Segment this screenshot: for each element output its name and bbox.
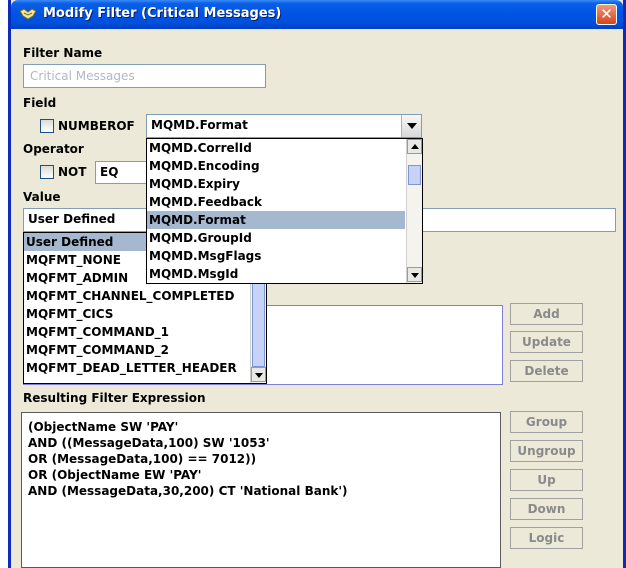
field-option[interactable]: MQMD.Encoding — [147, 157, 405, 175]
modify-filter-dialog: Modify Filter (Critical Messages) ✕ Filt… — [8, 0, 626, 568]
scroll-down-button[interactable] — [251, 367, 266, 382]
chevron-down-icon[interactable] — [401, 115, 421, 137]
expression-line: (ObjectName SW 'PAY' — [28, 420, 179, 434]
numberof-checkbox[interactable] — [40, 119, 54, 133]
field-combo[interactable]: MQMD.Format — [146, 114, 422, 138]
close-icon: ✕ — [600, 5, 613, 23]
scroll-up-icon — [411, 144, 419, 149]
value-option[interactable]: MQFMT_CHANNEL_COMPLETED — [24, 287, 249, 305]
field-dropdown: MQMD.CorrelId MQMD.Encoding MQMD.Expiry MQM… — [146, 138, 423, 284]
app-icon — [19, 8, 37, 20]
expression-line: AND (MessageData,30,200) CT 'National Ba… — [28, 484, 348, 498]
value-option[interactable]: MQFMT_DEAD_LETTER_HEADER — [24, 359, 249, 377]
expression-line: AND ((MessageData,100) SW '1053' — [28, 436, 270, 450]
value-option[interactable]: MQFMT_COMMAND_2 — [24, 341, 249, 359]
scroll-down-button[interactable] — [407, 267, 422, 282]
expression-line: OR (MessageData,100) == 7012)) — [28, 452, 257, 466]
not-label: NOT — [58, 165, 87, 179]
field-options: MQMD.CorrelId MQMD.Encoding MQMD.Expiry MQM… — [147, 139, 422, 283]
not-checkbox[interactable] — [40, 165, 54, 179]
add-button[interactable]: Add — [510, 303, 583, 325]
group-button[interactable]: Group — [510, 411, 583, 433]
dialog-content: Filter Name Critical Messages Field NUMB… — [11, 29, 623, 568]
field-selected: MQMD.Format — [151, 118, 248, 132]
window-title: Modify Filter (Critical Messages) — [43, 6, 282, 21]
value-option[interactable]: MQFMT_CICS — [24, 305, 249, 323]
down-button[interactable]: Down — [510, 498, 583, 520]
filter-name-input[interactable]: Critical Messages — [23, 64, 266, 88]
field-option[interactable]: MQMD.Feedback — [147, 193, 405, 211]
close-button[interactable]: ✕ — [596, 4, 617, 25]
resulting-expression[interactable]: (ObjectName SW 'PAY' AND ((MessageData,10… — [21, 412, 501, 568]
value-input[interactable] — [411, 208, 616, 232]
resulting-expression-label: Resulting Filter Expression — [23, 391, 206, 405]
expression-line: OR (ObjectName EW 'PAY' — [28, 468, 202, 482]
operator-label: Operator — [23, 142, 84, 156]
field-option[interactable]: MQMD.MsgFlags — [147, 247, 405, 265]
numberof-label: NUMBEROF — [58, 119, 135, 133]
delete-button[interactable]: Delete — [510, 360, 583, 382]
ungroup-button[interactable]: Ungroup — [510, 440, 583, 462]
scroll-down-icon — [411, 273, 419, 278]
value-selected: User Defined — [28, 212, 116, 226]
title-bar[interactable]: Modify Filter (Critical Messages) ✕ — [11, 0, 623, 29]
up-button[interactable]: Up — [510, 469, 583, 491]
value-label: Value — [23, 190, 61, 204]
field-option[interactable]: MQMD.MsgId — [147, 265, 405, 283]
field-option[interactable]: MQMD.Format — [147, 211, 405, 229]
field-option[interactable]: MQMD.GroupId — [147, 229, 405, 247]
field-option[interactable]: MQMD.CorrelId — [147, 139, 405, 157]
value-combo[interactable]: User Defined — [23, 208, 153, 232]
expression-lines: (ObjectName SW 'PAY' AND ((MessageData,10… — [28, 419, 494, 499]
field-scrollbar[interactable] — [406, 139, 422, 283]
operator-combo[interactable]: EQ — [95, 161, 151, 184]
field-option[interactable]: MQMD.Expiry — [147, 175, 405, 193]
logic-button[interactable]: Logic — [510, 527, 583, 549]
field-scroll-thumb[interactable] — [408, 165, 421, 185]
update-button[interactable]: Update — [510, 331, 583, 353]
scroll-down-icon — [255, 373, 263, 378]
value-option[interactable]: MQFMT_COMMAND_1 — [24, 323, 249, 341]
scroll-up-button[interactable] — [407, 139, 422, 154]
filter-name-label: Filter Name — [23, 46, 103, 60]
field-label: Field — [23, 96, 57, 110]
operator-selected: EQ — [100, 165, 119, 179]
